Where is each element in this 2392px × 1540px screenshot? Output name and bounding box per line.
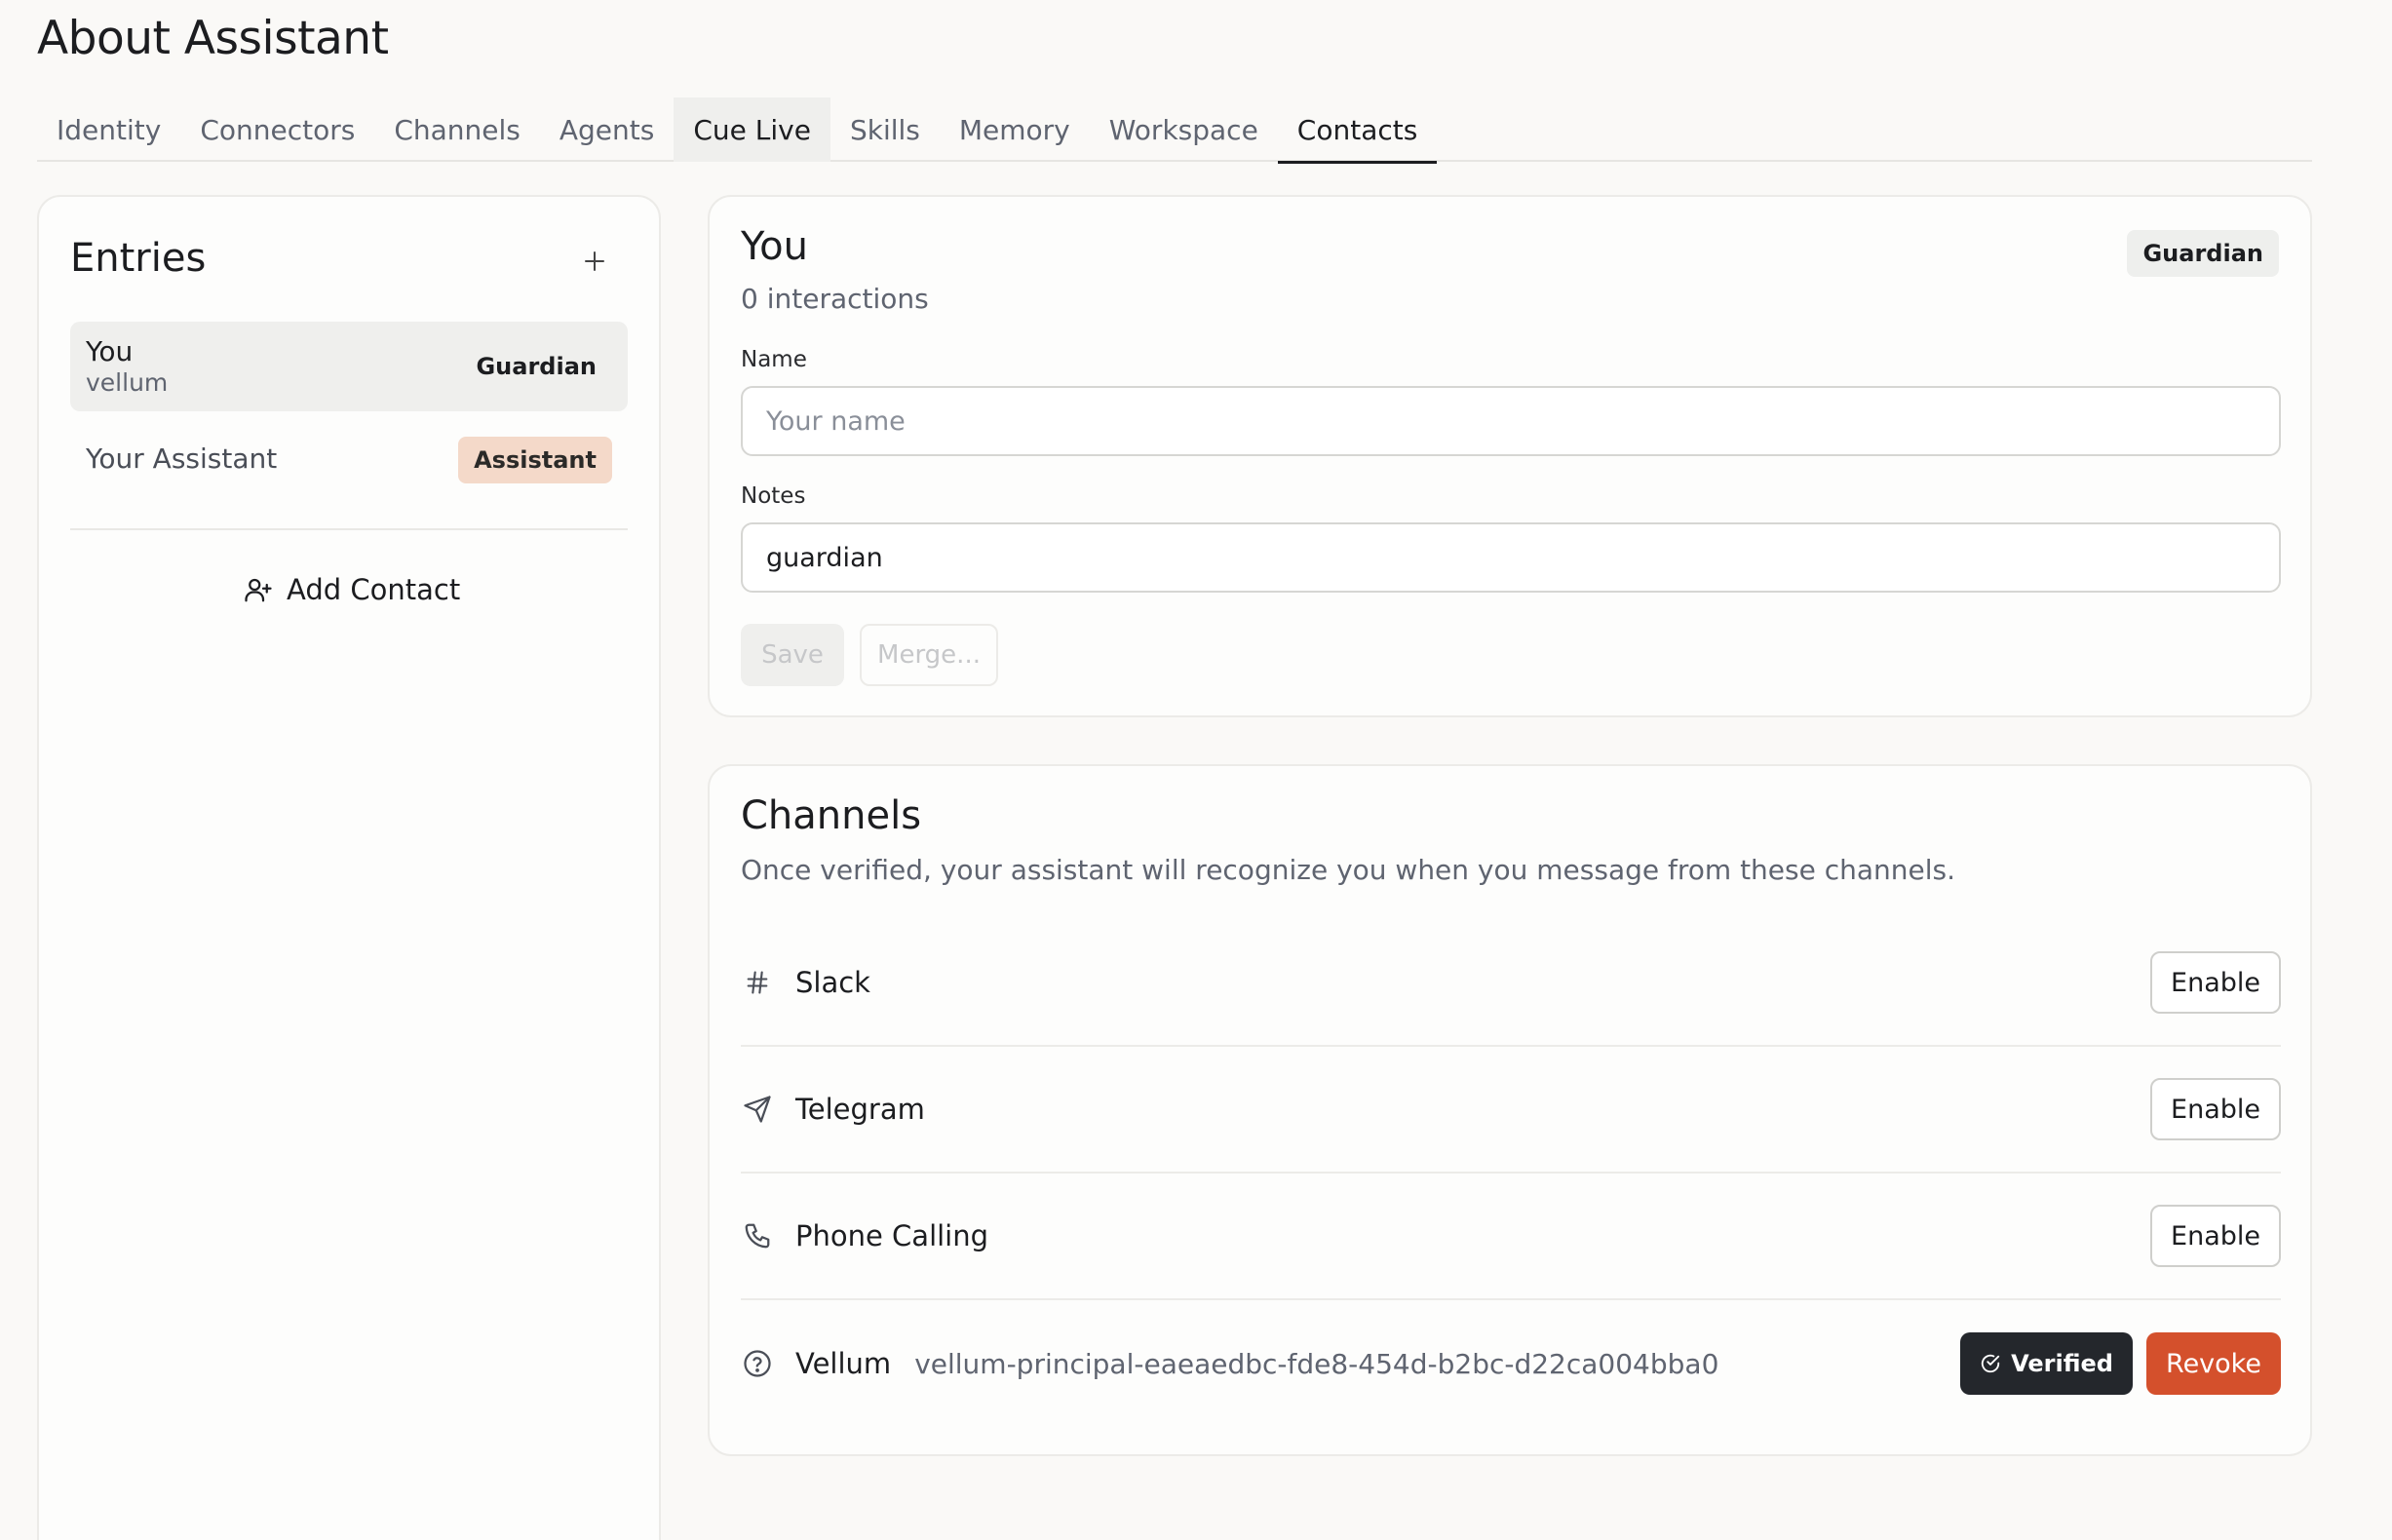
guardian-badge: Guardian (2127, 230, 2279, 277)
help-circle-icon (741, 1347, 774, 1380)
notes-label: Notes (741, 483, 806, 509)
verified-label: Verified (2011, 1350, 2113, 1377)
channel-name: Telegram (795, 1093, 925, 1126)
profile-name: You (741, 224, 808, 269)
channel-principal-id: vellum-principal-eaeaedbc-fde8-454d-b2bc… (914, 1347, 1719, 1380)
add-contact-label: Add Contact (287, 573, 461, 606)
plus-icon (585, 251, 604, 271)
page-title: About Assistant (37, 12, 389, 65)
tab-label: Contacts (1296, 113, 1418, 146)
channels-description: Once verified, your assistant will recog… (741, 854, 1956, 886)
phone-icon (741, 1219, 774, 1252)
check-circle-icon (1981, 1354, 2000, 1373)
entry-subtitle: vellum (86, 368, 169, 397)
channel-row-slack: Slack Enable (741, 920, 2281, 1047)
tab-label: Channels (394, 113, 521, 146)
profile-panel: You 0 interactions Guardian Name Notes S… (708, 195, 2312, 717)
tab-label: Agents (559, 113, 655, 146)
entries-title: Entries (70, 236, 207, 281)
enable-telegram-button[interactable]: Enable (2150, 1078, 2281, 1140)
hash-icon (741, 966, 774, 999)
channel-row-vellum: Vellum vellum-principal-eaeaedbc-fde8-45… (741, 1300, 2281, 1427)
tab-workspace[interactable]: Workspace (1090, 97, 1278, 162)
tab-label: Identity (57, 113, 162, 146)
tab-channels[interactable]: Channels (374, 97, 540, 162)
tab-skills[interactable]: Skills (830, 97, 940, 162)
divider (70, 528, 628, 530)
enable-slack-button[interactable]: Enable (2150, 951, 2281, 1014)
add-entry-button[interactable] (575, 242, 614, 281)
tab-cue-live[interactable]: Cue Live (674, 97, 830, 162)
revoke-button[interactable]: Revoke (2146, 1332, 2281, 1395)
notes-input[interactable] (741, 522, 2281, 593)
entry-you[interactable]: You vellum Guardian (70, 322, 628, 411)
entry-your-assistant[interactable]: Your Assistant Assistant (70, 415, 628, 505)
tab-label: Memory (958, 113, 1070, 146)
send-icon (741, 1093, 774, 1126)
add-contact-button[interactable]: Add Contact (244, 573, 460, 606)
channels-title: Channels (741, 793, 922, 838)
entry-name: Your Assistant (86, 443, 278, 475)
channel-name: Vellum (795, 1347, 892, 1380)
tab-label: Skills (849, 113, 920, 146)
save-button[interactable]: Save (741, 624, 844, 686)
merge-button[interactable]: Merge... (860, 624, 998, 686)
channel-row-telegram: Telegram Enable (741, 1047, 2281, 1174)
verified-button[interactable]: Verified (1960, 1332, 2133, 1395)
tab-bar: Identity Connectors Channels Agents Cue … (37, 97, 2312, 164)
channel-name: Phone Calling (795, 1219, 989, 1252)
channel-name: Slack (795, 966, 870, 999)
tab-memory[interactable]: Memory (940, 97, 1090, 162)
tab-agents[interactable]: Agents (540, 97, 674, 162)
tab-label: Workspace (1108, 113, 1258, 146)
enable-phone-button[interactable]: Enable (2150, 1205, 2281, 1267)
name-input[interactable] (741, 386, 2281, 456)
tab-identity[interactable]: Identity (37, 97, 180, 162)
channels-panel: Channels Once verified, your assistant w… (708, 764, 2312, 1456)
entry-name: You (86, 335, 134, 367)
user-plus-icon (245, 578, 272, 602)
guardian-badge: Guardian (476, 353, 597, 380)
tab-label: Connectors (200, 113, 356, 146)
name-label: Name (741, 347, 807, 372)
entries-panel: Entries You vellum Guardian Your Assista… (37, 195, 661, 1540)
tab-label: Cue Live (693, 113, 811, 146)
assistant-badge: Assistant (458, 437, 612, 483)
channel-row-phone: Phone Calling Enable (741, 1174, 2281, 1300)
interaction-count: 0 interactions (741, 283, 929, 315)
tab-contacts[interactable]: Contacts (1277, 97, 1438, 164)
tab-connectors[interactable]: Connectors (180, 97, 374, 162)
